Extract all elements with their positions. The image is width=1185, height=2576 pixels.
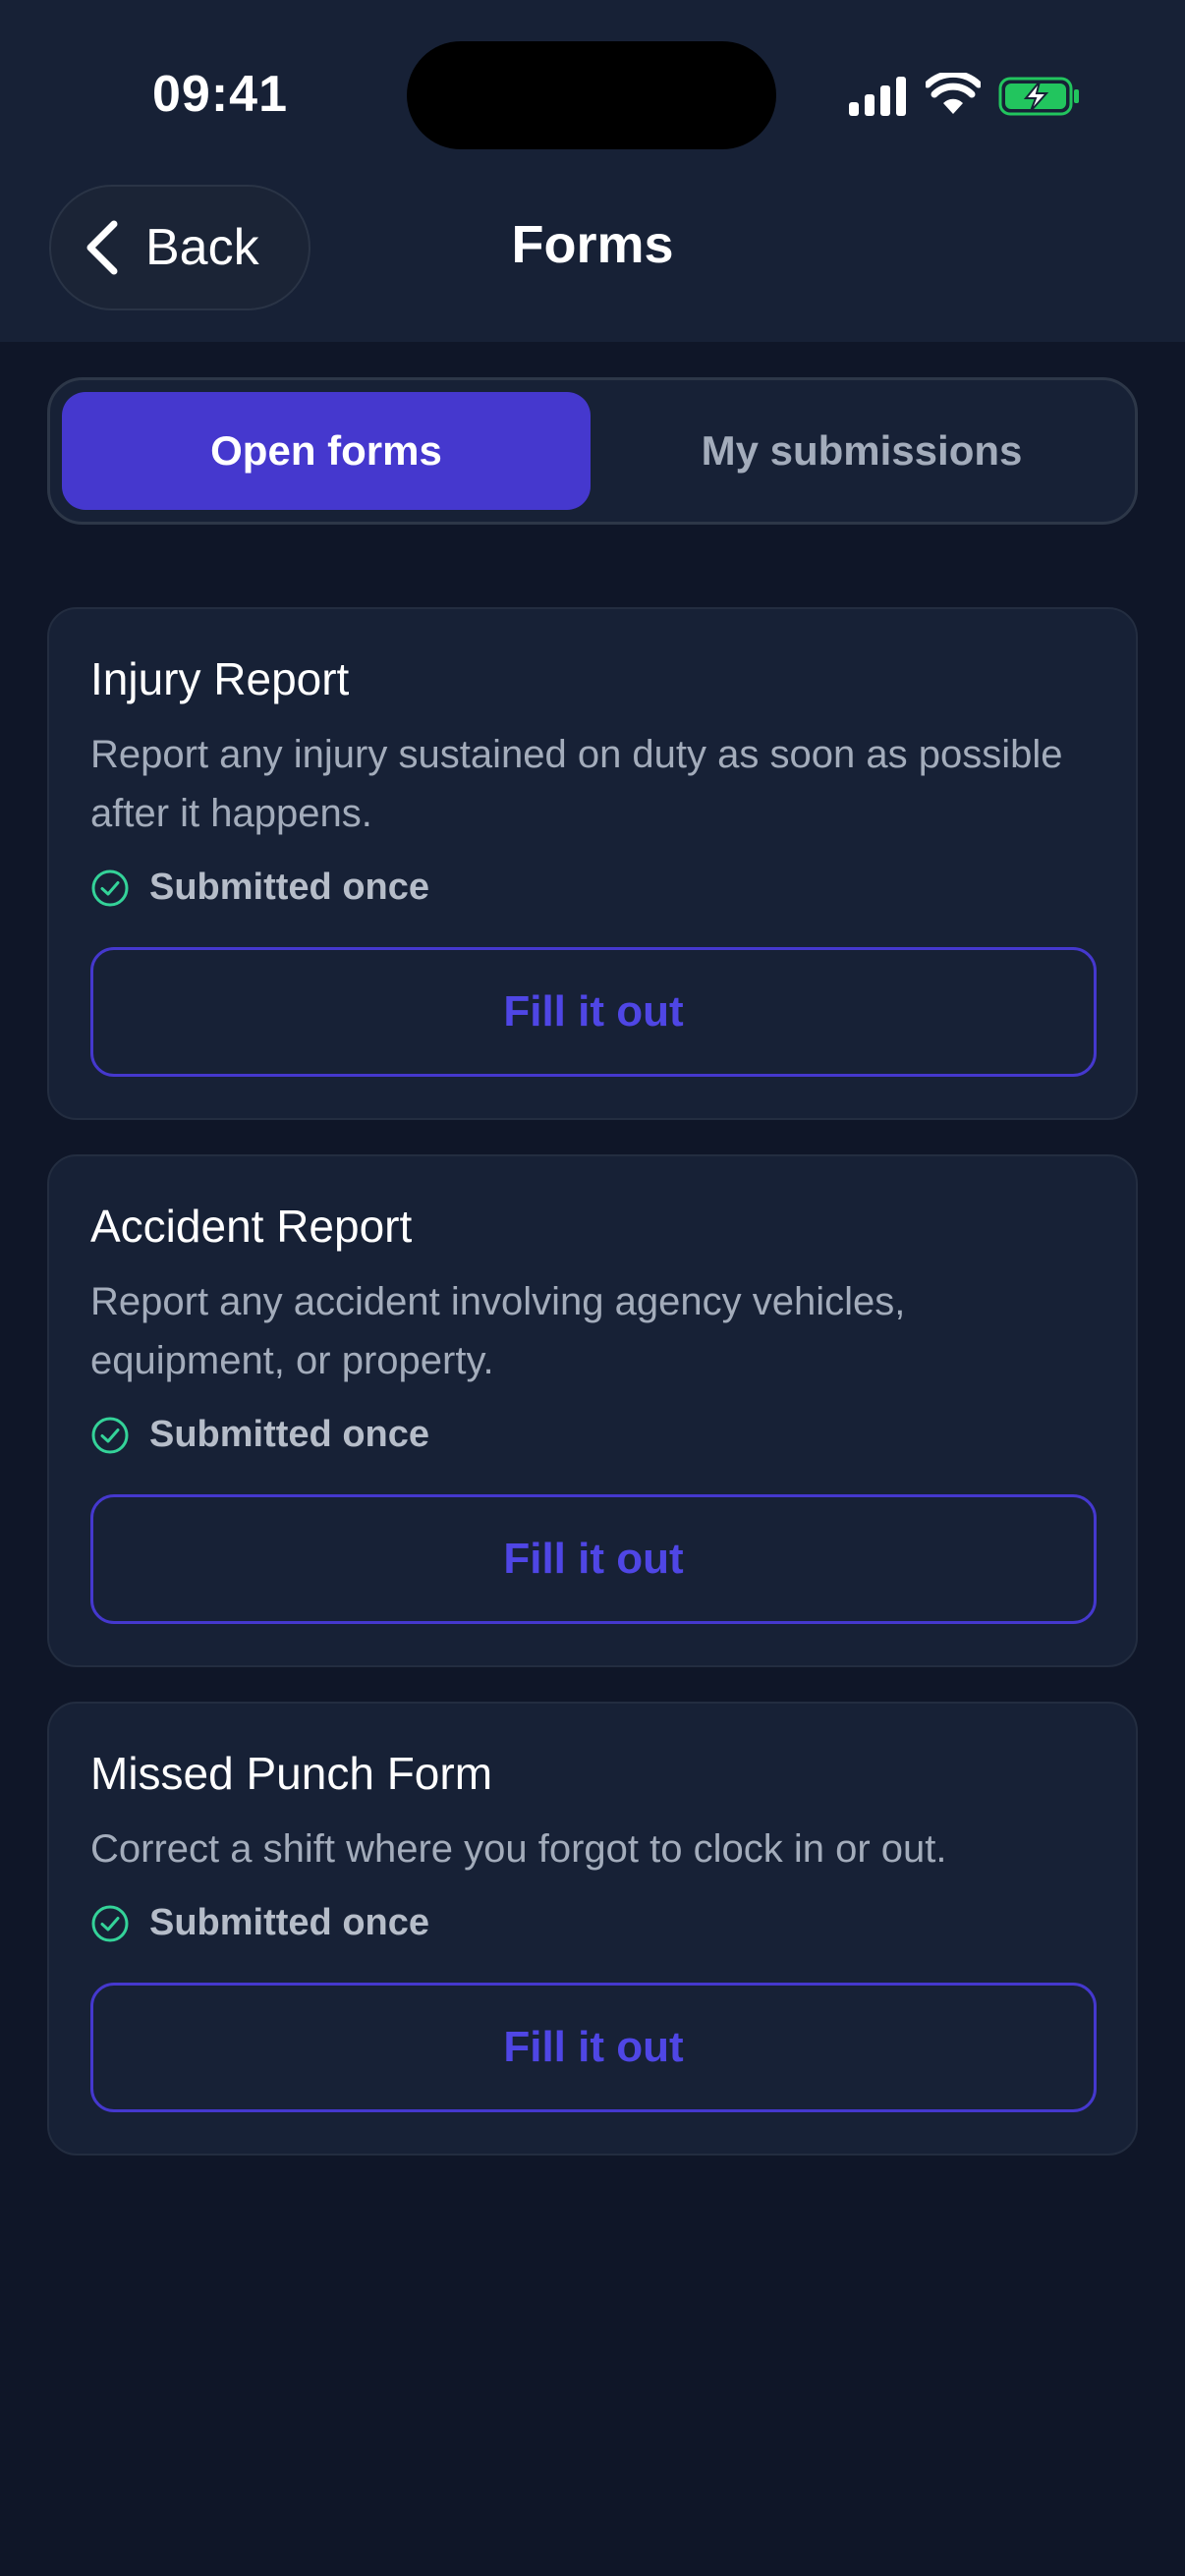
form-card-accident-report: Accident Report Report any accident invo… bbox=[47, 1154, 1138, 1667]
form-card-injury-report: Injury Report Report any injury sustaine… bbox=[47, 607, 1138, 1120]
status-text: Submitted once bbox=[149, 1414, 430, 1455]
form-description: Report any accident involving agency veh… bbox=[90, 1280, 906, 1382]
wifi-icon bbox=[926, 73, 981, 114]
tab-my-submissions[interactable]: My submissions bbox=[597, 392, 1126, 510]
tab-open-forms[interactable]: Open forms bbox=[62, 392, 591, 510]
status-bar: 09:41 bbox=[0, 0, 1185, 187]
form-title: Injury Report bbox=[90, 653, 350, 704]
signal-icon bbox=[849, 77, 906, 116]
fill-it-out-button[interactable]: Fill it out bbox=[90, 1494, 1097, 1624]
status-text: Submitted once bbox=[149, 867, 430, 908]
page-title: Forms bbox=[511, 215, 674, 274]
submission-status: Submitted once bbox=[90, 867, 429, 909]
form-title: Missed Punch Form bbox=[90, 1748, 493, 1799]
check-circle-icon bbox=[91, 869, 129, 906]
status-text: Submitted once bbox=[149, 1902, 430, 1943]
form-card-missed-punch: Missed Punch Form Correct a shift where … bbox=[47, 1702, 1138, 2156]
submission-status: Submitted once bbox=[90, 1902, 429, 1944]
check-circle-icon bbox=[91, 1905, 129, 1941]
status-time: 09:41 bbox=[152, 66, 288, 123]
dynamic-island bbox=[407, 41, 776, 149]
battery-charging-icon bbox=[998, 77, 1079, 116]
forms-tab-switcher: Open forms My submissions bbox=[47, 377, 1138, 525]
form-description: Report any injury sustained on duty as s… bbox=[90, 733, 1063, 835]
form-description: Correct a shift where you forgot to cloc… bbox=[90, 1827, 947, 1871]
form-title: Accident Report bbox=[90, 1201, 413, 1252]
submission-status: Submitted once bbox=[90, 1414, 429, 1456]
fill-it-out-button[interactable]: Fill it out bbox=[90, 947, 1097, 1077]
header: 09:41 Back Forms bbox=[0, 0, 1185, 342]
check-circle-icon bbox=[91, 1417, 129, 1453]
fill-it-out-button[interactable]: Fill it out bbox=[90, 1983, 1097, 2112]
